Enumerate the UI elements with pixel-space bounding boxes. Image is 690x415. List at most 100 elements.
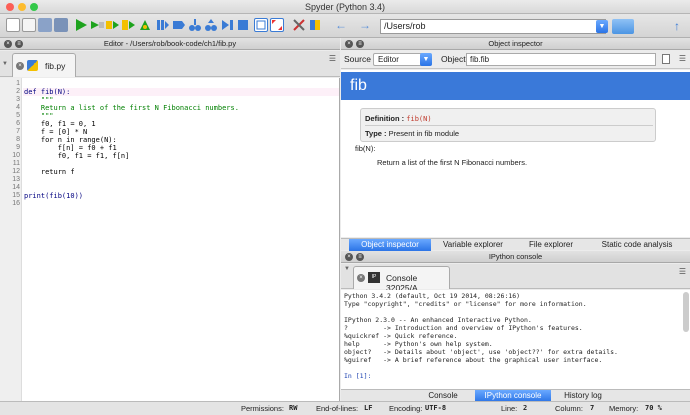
parent-directory-icon[interactable]: ↑: [670, 19, 684, 34]
options-menu-icon[interactable]: ☰: [679, 267, 686, 276]
console-title-text: IPython console: [488, 252, 543, 261]
forward-icon[interactable]: →: [358, 18, 372, 32]
undock-pane-icon[interactable]: ≡: [15, 40, 23, 48]
console-icon: IP: [368, 272, 380, 283]
encoding-label: Encoding:: [389, 404, 423, 413]
options-menu-icon[interactable]: ☰: [679, 54, 686, 63]
editor-title-text: Editor - /Users/rob/book-code/ch1/fib.py: [103, 39, 237, 48]
source-label: Source: [344, 54, 371, 64]
run-selection-icon[interactable]: [138, 18, 152, 32]
fullscreen-icon[interactable]: [270, 18, 284, 32]
line-number: 10: [12, 152, 20, 159]
tab-label: fib.py: [45, 61, 66, 71]
console-panel-title: × ≡ IPython console: [341, 251, 690, 263]
line-value: 2: [523, 404, 528, 412]
continue-icon[interactable]: [220, 18, 234, 32]
open-file-icon[interactable]: [22, 18, 36, 32]
console-line: IPython 2.3.0 -- An enhanced Interactive…: [344, 316, 532, 324]
step-into-icon[interactable]: [188, 18, 202, 32]
code-line: """: [24, 112, 54, 120]
chevron-down-icon[interactable]: ▼: [420, 53, 432, 66]
lock-icon[interactable]: [662, 54, 670, 64]
line-number: 8: [16, 136, 20, 143]
console-line: Python 3.4.2 (default, Oct 19 2014, 08:2…: [344, 292, 521, 300]
close-window-icon[interactable]: [6, 3, 14, 11]
close-tab-icon[interactable]: ×: [16, 62, 24, 70]
definition-value: fib(N): [406, 115, 432, 123]
ipython-console[interactable]: Python 3.4.2 (default, Oct 19 2014, 08:2…: [341, 290, 690, 389]
console-line: %guiref -> A brief reference about the g…: [344, 356, 603, 364]
line-number: 1: [16, 80, 20, 87]
back-icon[interactable]: ←: [334, 18, 348, 32]
line-number: 4: [16, 104, 20, 111]
definition-label: Definition :: [365, 114, 405, 123]
undock-pane-icon[interactable]: ≡: [356, 253, 364, 261]
browse-tabs-icon[interactable]: ▼: [2, 61, 8, 67]
tab-file-explorer[interactable]: File explorer: [515, 239, 587, 251]
console-scrollbar[interactable]: [683, 292, 689, 332]
tab-fib-py[interactable]: × fib.py: [12, 53, 76, 77]
object-inspector-title-text: Object inspector: [488, 39, 543, 48]
close-tab-icon[interactable]: ×: [357, 274, 365, 282]
maximize-pane-icon[interactable]: [254, 18, 268, 32]
line-number: 3: [16, 96, 20, 103]
encoding-value: UTF-8: [425, 404, 447, 412]
object-label: Object: [441, 54, 466, 64]
code-line: f[n] = f0 + f1: [24, 144, 117, 152]
close-pane-icon[interactable]: ×: [345, 253, 353, 261]
tab-static-code-analysis[interactable]: Static code analysis: [589, 239, 685, 251]
memory-label: Memory:: [609, 404, 639, 413]
browse-tabs-icon[interactable]: ▼: [344, 266, 350, 272]
permissions-value: RW: [289, 404, 298, 412]
window-titlebar: Spyder (Python 3.4): [0, 0, 690, 14]
chevron-down-icon[interactable]: ▼: [596, 20, 608, 33]
close-pane-icon[interactable]: ×: [4, 40, 12, 48]
type-value: Present in fib module: [388, 129, 460, 138]
eol-value: LF: [364, 404, 373, 412]
console-line: Type "copyright", "credits" or "license"…: [344, 300, 587, 308]
run-cell-icon[interactable]: [106, 18, 120, 32]
object-header: fib: [341, 72, 690, 100]
python-file-icon: [27, 60, 38, 71]
python-path-icon[interactable]: [308, 18, 322, 32]
type-label: Type :: [365, 129, 387, 138]
object-input[interactable]: fib.fib: [466, 53, 656, 66]
undock-pane-icon[interactable]: ≡: [356, 40, 364, 48]
source-value: Editor: [378, 55, 399, 64]
tab-variable-explorer[interactable]: Variable explorer: [433, 239, 513, 251]
new-file-icon[interactable]: [6, 18, 20, 32]
code-line: f0, f1 = 0, 1: [24, 120, 96, 128]
code-line: """: [24, 96, 54, 104]
run-settings-icon[interactable]: [90, 18, 104, 32]
working-directory-input[interactable]: /Users/rob: [380, 19, 606, 34]
zoom-window-icon[interactable]: [30, 3, 38, 11]
save-icon[interactable]: [38, 18, 52, 32]
debug-step-icon[interactable]: [172, 18, 186, 32]
code-line: for n in range(N):: [24, 136, 117, 144]
code-editor[interactable]: 1 2 3 4 5 6 7 8 9 10 11 12 13 14 15 16 def fib(N): """ …: [0, 78, 340, 401]
definition-box: Definition : fib(N) Type : Present in fi…: [360, 108, 656, 142]
tab-object-inspector[interactable]: Object inspector: [349, 239, 431, 251]
options-menu-icon[interactable]: ☰: [329, 54, 336, 63]
divider: [365, 125, 653, 126]
run-icon[interactable]: [74, 18, 88, 32]
minimize-window-icon[interactable]: [18, 3, 26, 11]
run-cell-advance-icon[interactable]: [122, 18, 136, 32]
tools-icon[interactable]: [292, 18, 306, 32]
line-number: 6: [16, 120, 20, 127]
tab-console-32025[interactable]: × IP Console 32025/A: [353, 266, 450, 293]
line-number: 16: [12, 200, 20, 207]
step-return-icon[interactable]: [204, 18, 218, 32]
debug-icon[interactable]: [156, 18, 170, 32]
doc-signature: fib(N):: [355, 144, 376, 153]
line-number: 14: [12, 184, 20, 191]
stop-debug-icon[interactable]: [236, 18, 250, 32]
console-line: object? -> Details about 'object', use '…: [344, 348, 618, 356]
save-all-icon[interactable]: [54, 18, 68, 32]
object-value: fib.fib: [470, 55, 490, 64]
line-number: 5: [16, 112, 20, 119]
browse-folder-icon[interactable]: [612, 19, 634, 34]
close-pane-icon[interactable]: ×: [345, 40, 353, 48]
